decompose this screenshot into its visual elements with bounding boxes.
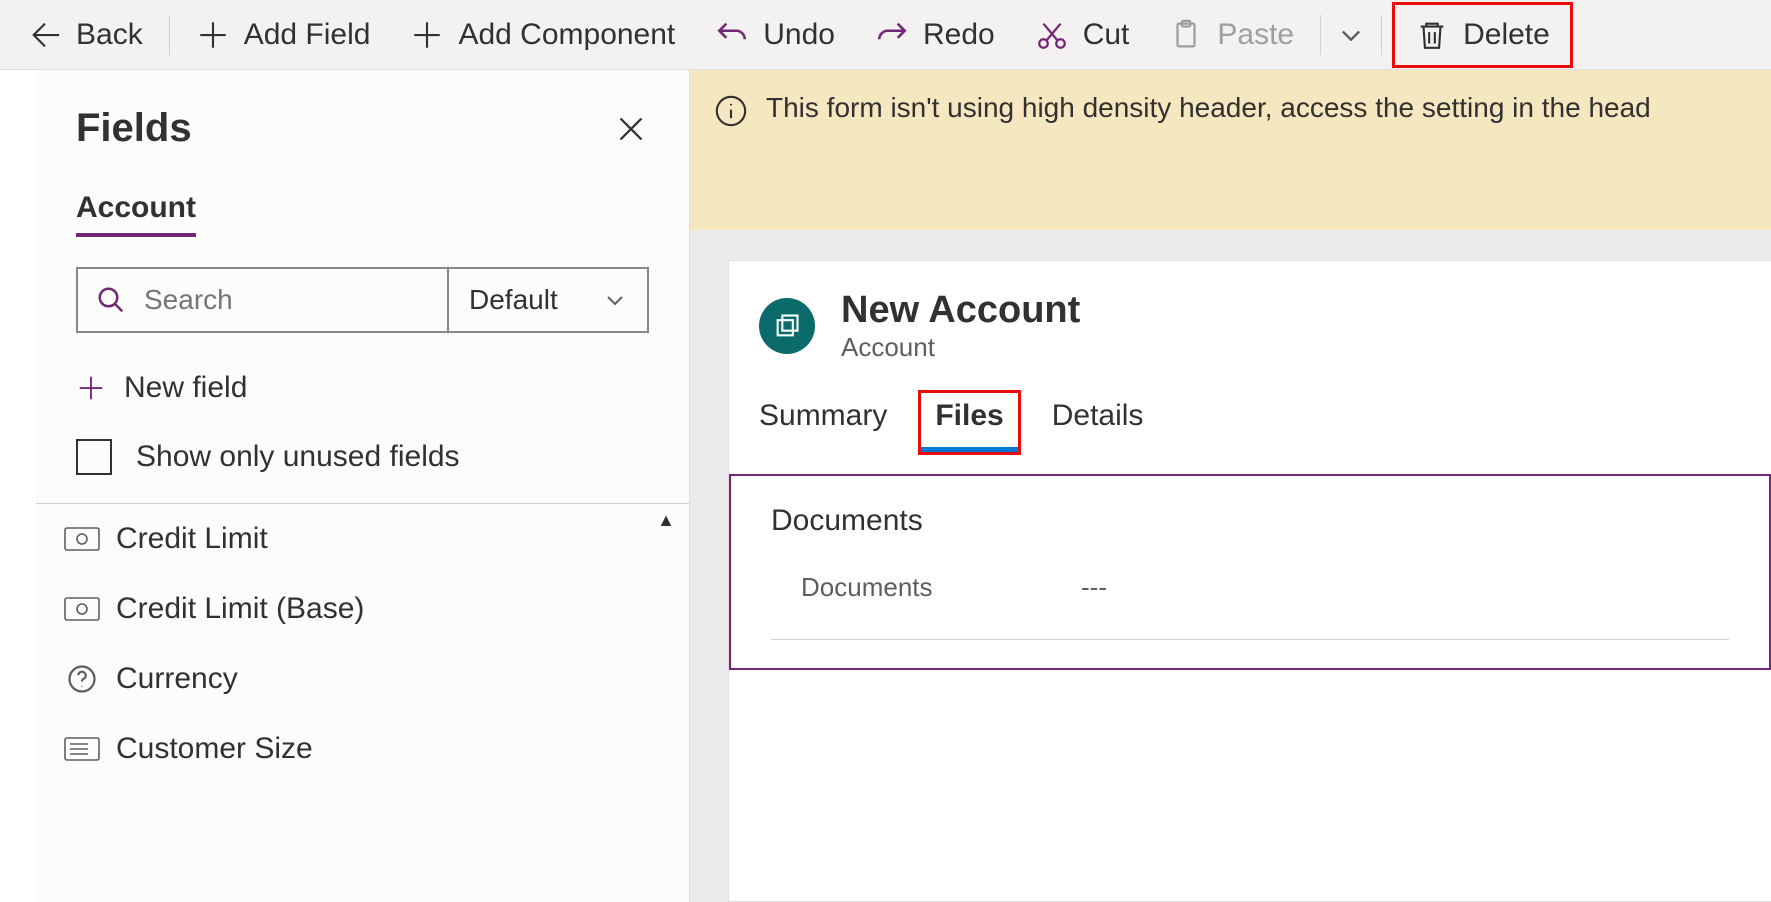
filter-label: Default xyxy=(469,284,558,316)
currency-icon xyxy=(64,525,100,553)
delete-button[interactable]: Delete xyxy=(1395,5,1570,65)
info-banner: This form isn't using high density heade… xyxy=(690,70,1771,230)
form-canvas: This form isn't using high density heade… xyxy=(690,70,1771,902)
form-preview: New Account Account Summary Files Detail… xyxy=(728,260,1771,902)
form-subtitle: Account xyxy=(841,332,1080,363)
search-input[interactable] xyxy=(144,284,429,316)
plus-icon xyxy=(76,373,106,403)
cut-label: Cut xyxy=(1083,18,1130,52)
panel-title: Fields xyxy=(76,106,192,151)
toolbar-separator xyxy=(169,15,170,55)
delete-highlight: Delete xyxy=(1392,2,1573,68)
list-item[interactable]: Currency xyxy=(36,644,689,714)
banner-text: This form isn't using high density heade… xyxy=(766,92,1651,124)
redo-label: Redo xyxy=(923,18,995,52)
paste-dropdown[interactable] xyxy=(1327,21,1375,49)
scissors-icon xyxy=(1035,18,1069,52)
fields-panel: Fields Account Default New fi xyxy=(36,70,690,902)
plus-icon xyxy=(410,18,444,52)
documents-label: Documents xyxy=(801,572,1081,603)
delete-label: Delete xyxy=(1463,18,1550,52)
field-label: Credit Limit xyxy=(116,522,268,556)
paste-button: Paste xyxy=(1149,5,1314,65)
panel-header: Fields xyxy=(36,70,689,161)
show-unused-checkbox[interactable] xyxy=(76,439,112,475)
add-component-button[interactable]: Add Component xyxy=(390,5,695,65)
show-unused-label: Show only unused fields xyxy=(136,440,460,474)
main-area: Fields Account Default New fi xyxy=(0,70,1771,902)
close-panel-button[interactable] xyxy=(613,111,649,147)
new-field-button[interactable]: New field xyxy=(36,353,689,423)
documents-field-row[interactable]: Documents --- xyxy=(801,572,1729,603)
documents-value: --- xyxy=(1081,572,1107,603)
help-icon xyxy=(64,665,100,693)
trash-icon xyxy=(1415,18,1449,52)
section-documents[interactable]: Documents Documents --- xyxy=(729,474,1771,670)
add-field-label: Add Field xyxy=(244,18,371,52)
paste-label: Paste xyxy=(1217,18,1294,52)
arrow-left-icon xyxy=(28,18,62,52)
currency-icon xyxy=(64,595,100,623)
section-title: Documents xyxy=(771,504,1729,538)
tab-summary[interactable]: Summary xyxy=(759,399,887,443)
undo-label: Undo xyxy=(763,18,835,52)
scroll-up-icon[interactable]: ▲ xyxy=(657,510,675,531)
form-header: New Account Account xyxy=(729,289,1771,363)
list-item[interactable]: Credit Limit xyxy=(36,504,689,574)
section-body: Documents --- xyxy=(771,562,1729,640)
filter-dropdown[interactable]: Default xyxy=(447,269,647,331)
add-field-button[interactable]: Add Field xyxy=(176,5,391,65)
list-item[interactable]: Customer Size xyxy=(36,714,689,784)
search-row: Default xyxy=(76,267,649,333)
field-label: Currency xyxy=(116,662,238,696)
redo-icon xyxy=(875,18,909,52)
cut-button[interactable]: Cut xyxy=(1015,5,1150,65)
field-label: Customer Size xyxy=(116,732,313,766)
form-title: New Account xyxy=(841,289,1080,332)
search-box[interactable] xyxy=(78,269,447,331)
show-unused-row[interactable]: Show only unused fields xyxy=(36,423,689,503)
field-list[interactable]: ▲ Credit Limit Credit Limit (Base) Curre… xyxy=(36,503,689,902)
toolbar: Back Add Field Add Component Undo Redo C… xyxy=(0,0,1771,70)
tab-details[interactable]: Details xyxy=(1052,399,1144,443)
plus-icon xyxy=(196,18,230,52)
panel-tab-row: Account xyxy=(36,191,689,237)
tab-files[interactable]: Files xyxy=(921,393,1017,452)
clipboard-icon xyxy=(1169,18,1203,52)
new-field-label: New field xyxy=(124,371,247,405)
undo-button[interactable]: Undo xyxy=(695,5,855,65)
back-label: Back xyxy=(76,18,143,52)
list-item[interactable]: Credit Limit (Base) xyxy=(36,574,689,644)
optionset-icon xyxy=(64,735,100,763)
add-component-label: Add Component xyxy=(458,18,675,52)
undo-icon xyxy=(715,18,749,52)
toolbar-separator xyxy=(1381,15,1382,55)
back-button[interactable]: Back xyxy=(8,5,163,65)
entity-icon xyxy=(759,298,815,354)
search-icon xyxy=(96,285,126,315)
form-tabs: Summary Files Details xyxy=(729,363,1771,452)
info-icon xyxy=(714,94,748,128)
toolbar-separator xyxy=(1320,15,1321,55)
field-label: Credit Limit (Base) xyxy=(116,592,364,626)
form-titles: New Account Account xyxy=(841,289,1080,363)
panel-tab-account[interactable]: Account xyxy=(76,191,196,237)
redo-button[interactable]: Redo xyxy=(855,5,1015,65)
